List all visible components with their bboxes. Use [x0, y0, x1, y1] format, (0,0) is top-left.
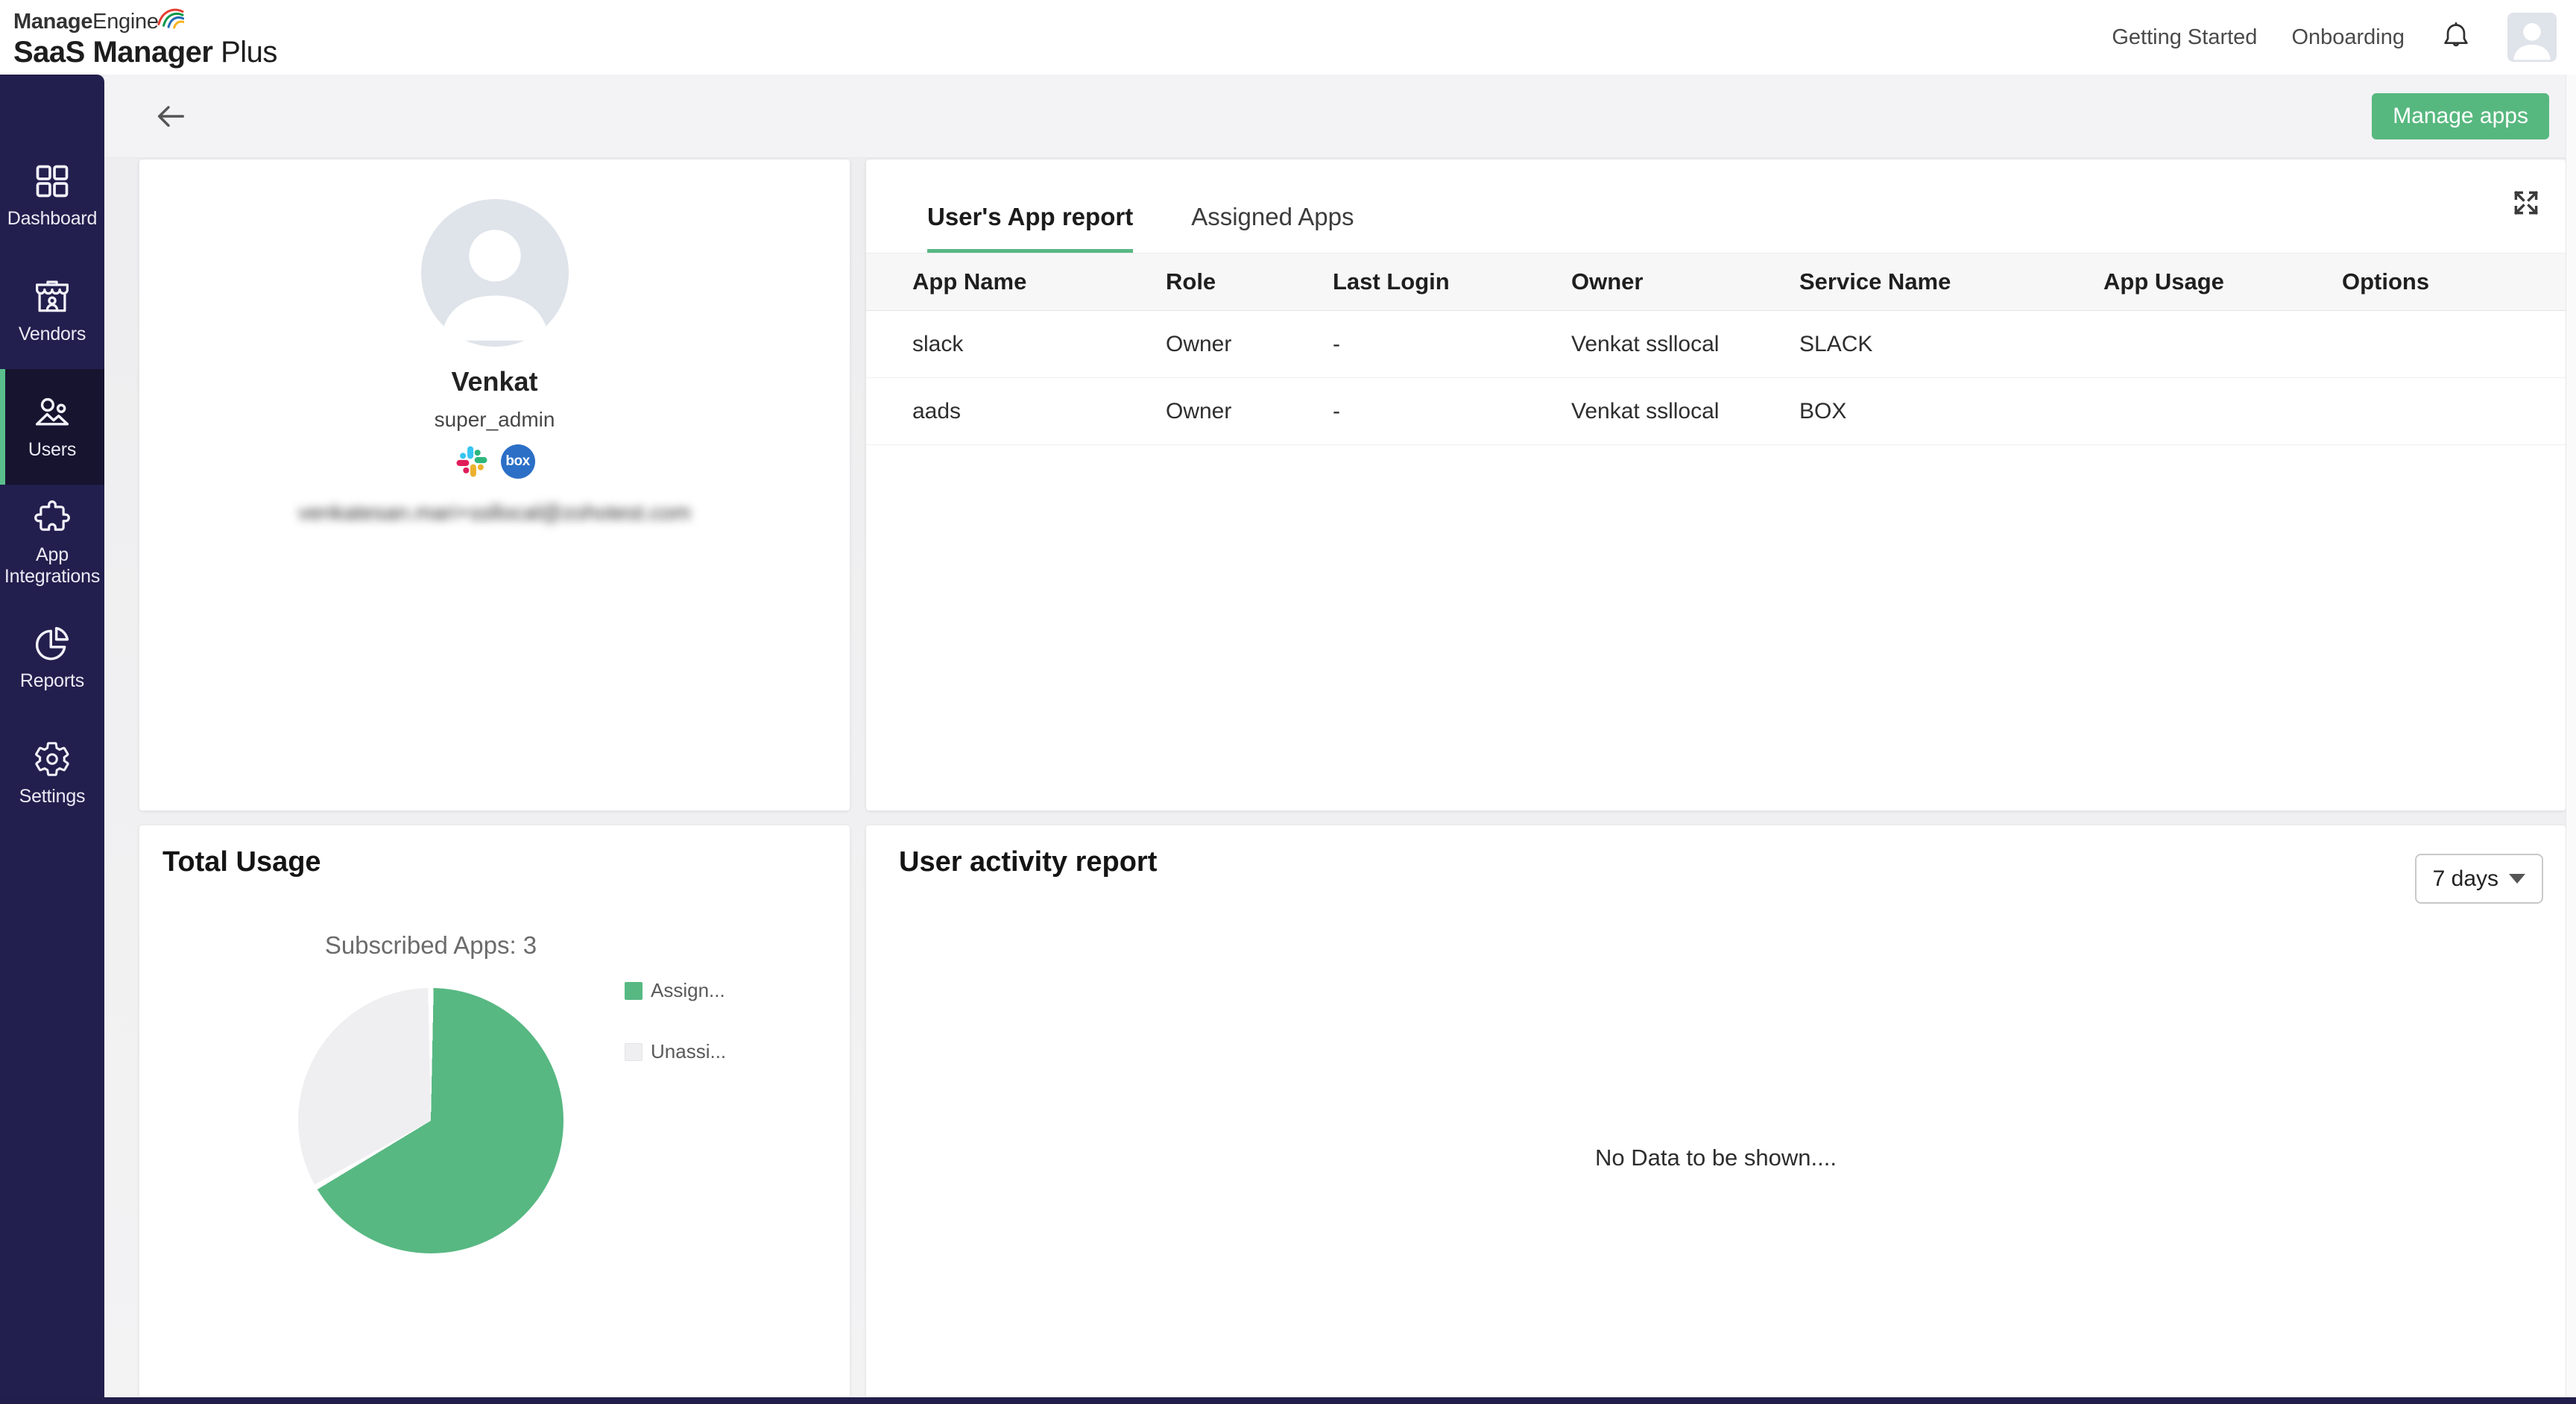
notification-bell-icon[interactable]	[2439, 20, 2473, 54]
date-range-value: 7 days	[2433, 866, 2498, 892]
brand-manageengine: ManageEngine	[13, 11, 277, 33]
total-usage-title: Total Usage	[162, 846, 321, 878]
settings-icon	[33, 740, 72, 778]
table-cell: slack	[912, 332, 1166, 357]
top-link-getting-started[interactable]: Getting Started	[2112, 25, 2257, 50]
table-cell: Owner	[1166, 399, 1333, 424]
column-header: App Usage	[2103, 268, 2342, 295]
vendors-icon	[33, 277, 72, 316]
subscribed-apps-pie-chart[interactable]	[298, 988, 564, 1253]
sidebar-item-dashboard[interactable]: Dashboard	[0, 138, 104, 254]
sidebar-item-label: App Integrations	[1, 544, 104, 588]
top-link-onboarding[interactable]: Onboarding	[2291, 25, 2405, 50]
vertical-scrollbar-track[interactable]	[2566, 75, 2576, 1404]
column-header: Role	[1166, 268, 1333, 295]
column-header: Owner	[1571, 268, 1799, 295]
table-cell: -	[1333, 399, 1571, 424]
profile-avatar	[421, 199, 569, 347]
sidebar-nav: Dashboard Vendors Users App Integrations Rep…	[0, 75, 104, 1404]
expand-fullscreen-icon[interactable]	[2509, 186, 2543, 220]
profile-email-blurred: venkatesan.mari+ssllocal@zohotest.com	[139, 501, 850, 526]
sidebar-item-users[interactable]: Users	[0, 369, 104, 485]
column-header: App Name	[912, 268, 1166, 295]
sidebar-item-label: Users	[28, 439, 76, 461]
sidebar-item-vendors[interactable]: Vendors	[0, 254, 104, 369]
legend-label: Assign...	[651, 979, 725, 1002]
topbar-right: Getting Started Onboarding	[2112, 13, 2557, 62]
brand-logo: ManageEngine SaaS Manager Plus	[13, 8, 277, 67]
sidebar-item-label: Vendors	[19, 324, 86, 345]
pie-chart-title: Subscribed Apps: 3	[298, 931, 564, 960]
reports-icon	[33, 624, 72, 663]
brand-engine-text: Engine	[92, 11, 159, 33]
table-cell: -	[1333, 332, 1571, 357]
tab-user-s-app-report[interactable]: User's App report	[927, 203, 1133, 253]
profile-name: Venkat	[139, 366, 850, 397]
table-cell: Venkat ssllocal	[1571, 332, 1799, 357]
users-icon	[33, 393, 72, 432]
sidebar-item-reports[interactable]: Reports	[0, 600, 104, 716]
table-row[interactable]: slackOwner-Venkat ssllocalSLACK	[866, 311, 2566, 378]
brand-product-light: Plus	[221, 36, 277, 69]
table-cell: SLACK	[1799, 332, 2103, 357]
column-header: Last Login	[1333, 268, 1571, 295]
user-profile-card: Venkat super_admin box venkatesan.mari+s…	[139, 160, 850, 810]
legend-swatch	[625, 1043, 643, 1061]
sidebar-item-label: Dashboard	[7, 208, 98, 230]
table-cell: BOX	[1799, 399, 2103, 424]
dashboard-icon	[33, 162, 72, 201]
tab-assigned-apps[interactable]: Assigned Apps	[1191, 203, 1354, 253]
back-arrow-button[interactable]	[154, 99, 188, 133]
profile-role: super_admin	[139, 408, 850, 432]
brand-product-name: SaaS Manager Plus	[13, 37, 277, 67]
legend-swatch	[625, 982, 643, 1000]
legend-item-unassigned[interactable]: Unassi...	[625, 1040, 726, 1063]
user-avatar[interactable]	[2507, 13, 2557, 62]
brand-swoosh-icon	[156, 5, 184, 29]
date-range-dropdown[interactable]: 7 days	[2415, 854, 2543, 904]
table-cell: Owner	[1166, 332, 1333, 357]
chevron-down-icon	[2509, 874, 2525, 884]
brand-product-bold: SaaS Manager	[13, 36, 212, 69]
brand-manage-text: Manage	[13, 11, 92, 33]
sidebar-item-label: Settings	[19, 786, 86, 808]
report-tabs: User's App report Assigned Apps	[866, 160, 2566, 253]
user-activity-card: User activity report 7 days No Data to b…	[866, 825, 2566, 1404]
bottom-edge-bar	[0, 1397, 2576, 1404]
table-cell: Venkat ssllocal	[1571, 399, 1799, 424]
sidebar-item-label: Reports	[20, 670, 84, 692]
apps-report-card: User's App report Assigned Apps App NameR…	[866, 160, 2566, 810]
manage-apps-button[interactable]: Manage apps	[2372, 93, 2549, 139]
box-icon: box	[501, 444, 535, 479]
apps-table-body: slackOwner-Venkat ssllocalSLACKaadsOwner…	[866, 311, 2566, 445]
top-header: ManageEngine SaaS Manager Plus Getting S…	[0, 0, 2576, 75]
column-header: Service Name	[1799, 268, 2103, 295]
table-cell: aads	[912, 399, 1166, 424]
pie-legend: Assign... Unassi...	[625, 979, 726, 1063]
subheader-toolbar: Manage apps	[104, 75, 2576, 158]
slack-icon	[455, 444, 489, 479]
profile-app-badges: box	[139, 444, 850, 479]
no-data-message: No Data to be shown....	[866, 1145, 2566, 1171]
legend-item-assigned[interactable]: Assign...	[625, 979, 726, 1002]
total-usage-card: Total Usage Subscribed Apps: 3 Assign...…	[139, 825, 850, 1404]
sidebar-item-settings[interactable]: Settings	[0, 716, 104, 831]
user-activity-title: User activity report	[899, 846, 1157, 878]
column-header: Options	[2342, 268, 2566, 295]
sidebar-item-app-integrations[interactable]: App Integrations	[0, 485, 104, 600]
table-row[interactable]: aadsOwner-Venkat ssllocalBOX	[866, 378, 2566, 445]
apps-table-header-row: App NameRoleLast LoginOwnerService NameA…	[866, 253, 2566, 311]
legend-label: Unassi...	[651, 1040, 726, 1063]
topbar-links: Getting Started Onboarding	[2112, 25, 2405, 50]
app-integrations-icon	[33, 498, 72, 537]
